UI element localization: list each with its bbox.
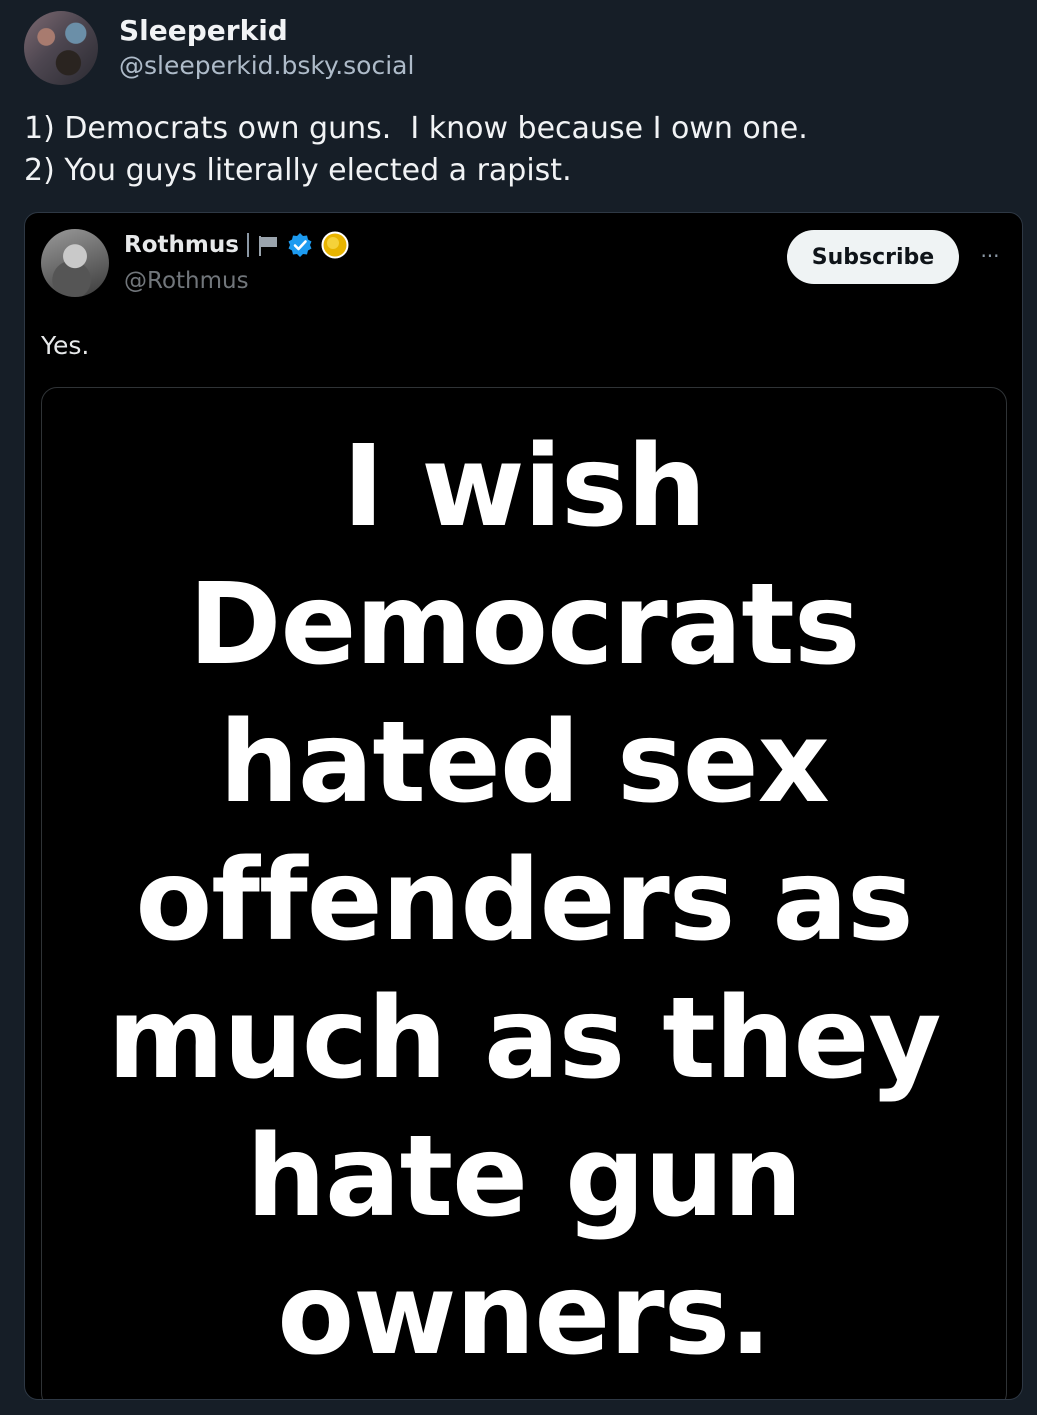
quoted-post-image[interactable]: I wish Democrats hated sex offenders as … [41,387,1007,1399]
image-text-line: offenders as [135,836,913,966]
author-avatar[interactable] [24,11,98,85]
author-handle[interactable]: @sleeperkid.bsky.social [119,51,414,80]
image-text-line: owners. [277,1250,772,1380]
post-text-line: 2) You guys literally elected a rapist. [24,153,572,188]
image-text: I wish Democrats hated sex offenders as … [42,418,1006,1384]
separator-bar [246,233,249,257]
verified-icon [287,232,313,258]
post-text-line: 1) Democrats own guns. I know because I … [24,111,808,146]
quoted-post-text: Yes. [41,331,90,360]
quoted-author-avatar[interactable] [41,229,109,297]
quoted-author-handle[interactable]: @Rothmus [124,268,249,294]
post-text: 1) Democrats own guns. I know because I … [24,108,808,192]
subscribe-button[interactable]: Subscribe [787,230,959,284]
quoted-post-embed[interactable]: Rothmus @Rothmus Subscribe ··· Yes. I wi… [24,212,1023,1400]
image-text-line: hate gun [246,1112,802,1242]
image-text-line: much as they [107,974,941,1104]
image-text-line: I wish [342,422,707,552]
gold-circle-icon [321,231,349,259]
quoted-author-name-row: Rothmus [124,231,349,259]
author-display-name[interactable]: Sleeperkid [119,14,288,47]
quoted-author-display-name[interactable]: Rothmus [124,232,239,258]
image-text-line: hated sex [219,698,830,828]
image-text-line: Democrats [188,560,861,690]
flag-icon [257,234,279,256]
more-options-icon[interactable]: ··· [977,243,1003,269]
